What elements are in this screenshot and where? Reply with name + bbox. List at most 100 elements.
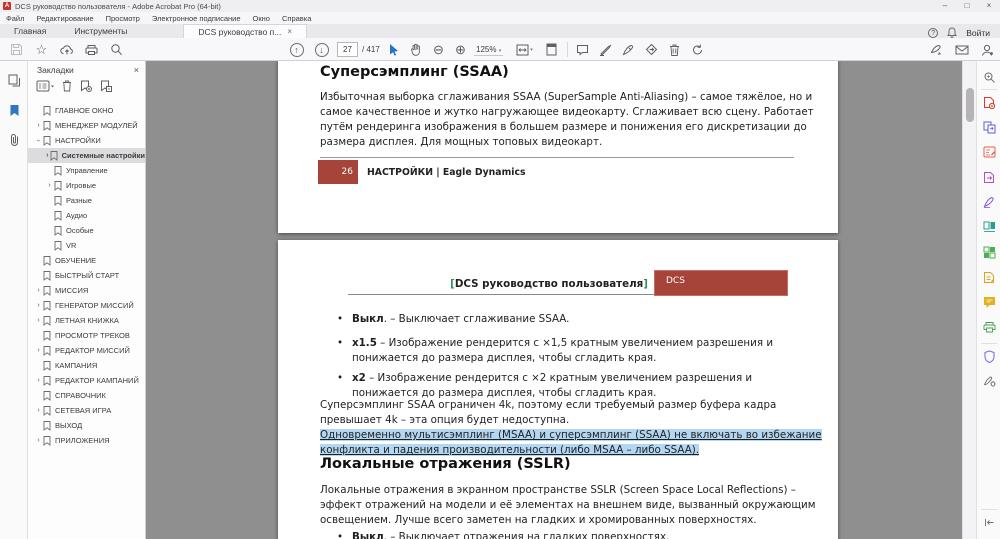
- prepare-form-icon[interactable]: [982, 270, 996, 284]
- export-pdf-icon[interactable]: [982, 170, 996, 184]
- chevron-collapsed-icon[interactable]: [34, 302, 43, 309]
- bookmark-item[interactable]: ГЛАВНОЕ ОКНО: [28, 103, 145, 118]
- chevron-collapsed-icon[interactable]: [45, 182, 54, 189]
- chevron-collapsed-icon[interactable]: [34, 437, 43, 444]
- tab-close-icon[interactable]: ×: [287, 25, 292, 39]
- print-icon[interactable]: [83, 41, 100, 58]
- fill-sign-icon[interactable]: [928, 41, 945, 58]
- scan-ocr-icon[interactable]: [982, 320, 996, 334]
- new-bookmark-icon[interactable]: [80, 79, 92, 97]
- bookmark-item[interactable]: МЕНЕДЖЕР МОДУЛЕЙ: [28, 118, 145, 133]
- bookmark-item[interactable]: МИССИЯ: [28, 283, 145, 298]
- bookmarks-panel-icon[interactable]: [7, 103, 21, 117]
- scrollbar-thumb[interactable]: [966, 88, 974, 122]
- next-page-button[interactable]: ↓: [313, 41, 330, 58]
- menu-esign[interactable]: Электронное подписание: [146, 14, 247, 23]
- bookmarks-close-icon[interactable]: ×: [134, 65, 139, 75]
- bookmark-ribbon-icon: [43, 405, 51, 416]
- bookmark-label: ГЛАВНОЕ ОКНО: [55, 106, 114, 115]
- bookmark-item[interactable]: ОБУЧЕНИЕ: [28, 253, 145, 268]
- maximize-button[interactable]: □: [956, 0, 978, 12]
- zoom-out-icon[interactable]: ⊖: [430, 41, 447, 58]
- bookmark-item[interactable]: ГЕНЕРАТОР МИССИЙ: [28, 298, 145, 313]
- more-tools-icon[interactable]: [982, 374, 996, 388]
- menu-help[interactable]: Справка: [276, 14, 317, 23]
- chevron-collapsed-icon[interactable]: [34, 122, 43, 129]
- fit-width-icon[interactable]: ▾: [516, 41, 533, 58]
- bookmark-item[interactable]: БЫСТРЫЙ СТАРТ: [28, 268, 145, 283]
- chevron-collapsed-icon[interactable]: [34, 407, 43, 414]
- vertical-scrollbar[interactable]: [962, 61, 976, 539]
- hand-pan-icon[interactable]: [407, 41, 424, 58]
- select-cursor-icon[interactable]: [385, 41, 402, 58]
- bookmark-item[interactable]: Системные настройки: [28, 148, 145, 163]
- bookmark-item[interactable]: РЕДАКТОР КАМПАНИЙ: [28, 373, 145, 388]
- expand-bookmark-icon[interactable]: [100, 79, 112, 97]
- chevron-collapsed-icon[interactable]: [34, 347, 43, 354]
- collapse-panel-icon[interactable]: [982, 515, 996, 529]
- tab-home[interactable]: Главная: [0, 24, 60, 38]
- fit-page-icon[interactable]: [543, 41, 560, 58]
- minimize-button[interactable]: –: [934, 0, 956, 12]
- menu-edit[interactable]: Редактирование: [30, 14, 99, 23]
- bookmark-item[interactable]: РЕДАКТОР МИССИЙ: [28, 343, 145, 358]
- bookmark-item[interactable]: СПРАВОЧНИК: [28, 388, 145, 403]
- bookmark-item[interactable]: ПРИЛОЖЕНИЯ: [28, 433, 145, 448]
- menu-window[interactable]: Окно: [247, 14, 276, 23]
- combine-files-icon[interactable]: [982, 120, 996, 134]
- page-number-input[interactable]: 27: [337, 42, 358, 57]
- tab-tools[interactable]: Инструменты: [60, 24, 141, 38]
- email-icon[interactable]: [953, 41, 970, 58]
- star-favorite-icon[interactable]: ☆: [33, 41, 50, 58]
- bookmark-item[interactable]: VR: [28, 238, 145, 253]
- chevron-collapsed-icon[interactable]: [34, 317, 43, 324]
- help-icon[interactable]: ?: [928, 27, 939, 38]
- chevron-collapsed-icon[interactable]: [34, 377, 43, 384]
- tab-document[interactable]: DCS руководство п... ×: [183, 24, 308, 39]
- bookmark-item[interactable]: Игровые: [28, 178, 145, 193]
- bookmark-item[interactable]: ПРОСМОТР ТРЕКОВ: [28, 328, 145, 343]
- menu-file[interactable]: Файл: [0, 14, 30, 23]
- bookmark-item[interactable]: Управление: [28, 163, 145, 178]
- send-for-signature-icon[interactable]: [643, 41, 660, 58]
- bookmark-item[interactable]: НАСТРОЙКИ: [28, 133, 145, 148]
- page-thumbnails-icon[interactable]: [7, 73, 21, 87]
- chevron-expanded-icon[interactable]: [34, 137, 43, 144]
- comment-bubble-icon[interactable]: [574, 41, 591, 58]
- create-pdf-icon[interactable]: [982, 95, 996, 109]
- bookmark-item[interactable]: Особые: [28, 223, 145, 238]
- search-tool-icon[interactable]: [982, 70, 996, 84]
- search-icon[interactable]: [108, 41, 125, 58]
- attachments-paperclip-icon[interactable]: [7, 133, 21, 147]
- organize-pages-icon[interactable]: [982, 220, 996, 234]
- highlighter-icon[interactable]: [597, 41, 614, 58]
- sign-pen-icon[interactable]: [620, 41, 637, 58]
- compress-pdf-icon[interactable]: [982, 245, 996, 259]
- bookmark-item[interactable]: Разные: [28, 193, 145, 208]
- delete-bookmark-icon[interactable]: [62, 79, 72, 97]
- bookmark-item[interactable]: Аудио: [28, 208, 145, 223]
- fill-and-sign-icon[interactable]: [982, 195, 996, 209]
- trash-icon[interactable]: [666, 41, 683, 58]
- chevron-collapsed-icon[interactable]: [34, 287, 43, 294]
- share-person-icon[interactable]: [978, 41, 995, 58]
- bookmark-item[interactable]: КАМПАНИЯ: [28, 358, 145, 373]
- zoom-level-select[interactable]: 125% ▾: [474, 45, 504, 56]
- notifications-bell-icon[interactable]: [947, 27, 958, 38]
- menu-view[interactable]: Просмотр: [100, 14, 146, 23]
- cloud-upload-icon[interactable]: [58, 41, 75, 58]
- edit-pdf-icon[interactable]: [982, 145, 996, 159]
- document-canvas[interactable]: Суперсэмплинг (SSAA) Избыточная выборка …: [146, 61, 962, 539]
- comment-tool-icon[interactable]: [982, 295, 996, 309]
- bookmark-item[interactable]: СЕТЕВАЯ ИГРА: [28, 403, 145, 418]
- bookmark-item[interactable]: ВЫХОД: [28, 418, 145, 433]
- bookmark-item[interactable]: ЛЕТНАЯ КНИЖКА: [28, 313, 145, 328]
- close-button[interactable]: ×: [978, 0, 1000, 12]
- save-icon[interactable]: [8, 41, 25, 58]
- bookmark-options-icon[interactable]: [36, 79, 54, 97]
- previous-page-button[interactable]: ↑: [288, 41, 305, 58]
- zoom-in-icon[interactable]: ⊕: [452, 41, 469, 58]
- rotate-icon[interactable]: [689, 41, 706, 58]
- protect-pdf-icon[interactable]: [982, 349, 996, 363]
- sign-in-button[interactable]: Войти: [966, 28, 990, 38]
